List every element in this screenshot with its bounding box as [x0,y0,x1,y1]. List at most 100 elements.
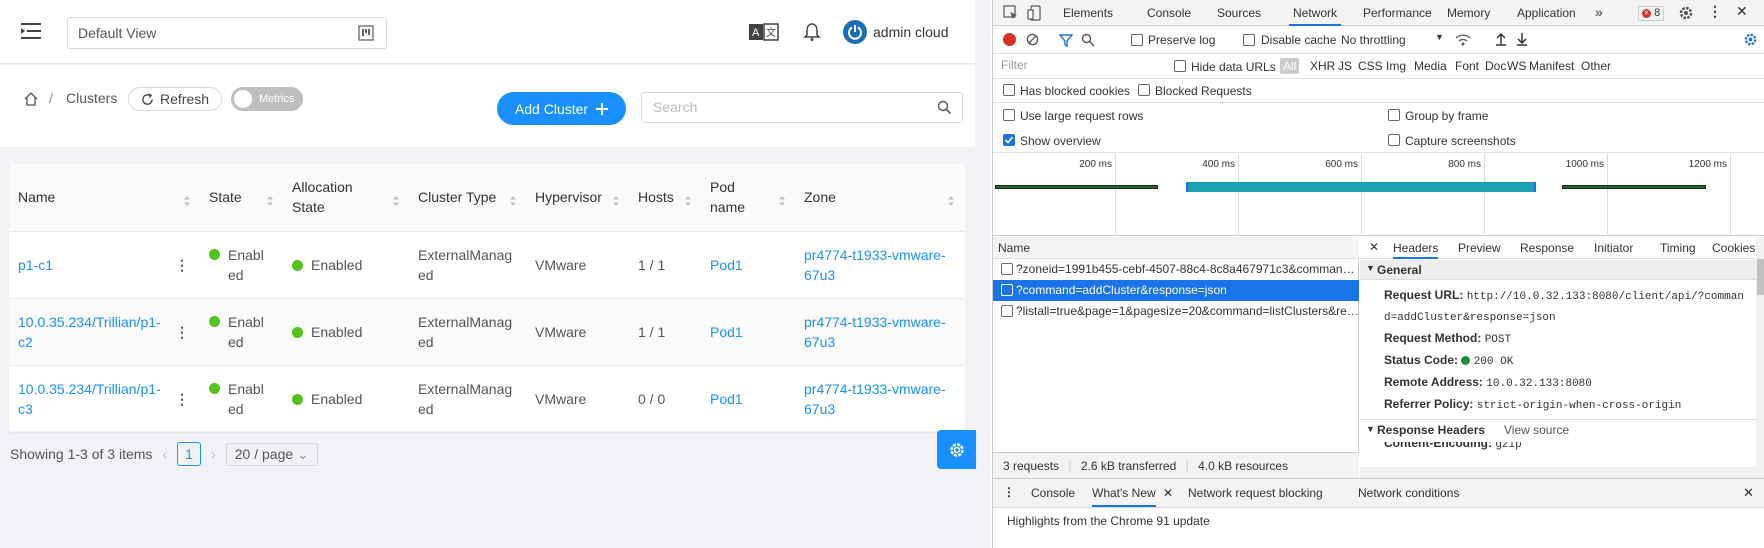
menu-toggle-icon[interactable] [21,22,41,40]
devtools-tab[interactable]: Sources [1217,0,1261,26]
pod-link[interactable]: Pod1 [710,257,743,273]
filter-input[interactable]: Filter [997,57,1162,75]
drawer-menu-icon[interactable]: ⋮ [1003,485,1015,499]
zone-link[interactable]: pr4774-t1933-vmware-67u3 [804,379,949,419]
devtools-tab[interactable]: Application [1517,0,1576,26]
search-icon[interactable] [1081,33,1095,47]
scrollbar-thumb[interactable] [1757,259,1764,295]
inspect-element-icon[interactable] [1003,5,1019,21]
sort-icon[interactable] [183,192,191,206]
close-icon[interactable]: ✕ [1736,3,1748,20]
request-row[interactable]: ?listall=true&page=1&pagesize=20&command… [993,301,1359,322]
row-actions-icon[interactable]: ⋮ [175,389,189,409]
detail-tab-preview[interactable]: Preview [1458,241,1501,255]
column-header[interactable]: Cluster Type [410,164,527,232]
response-headers-section[interactable]: ▼ Response Headers View source [1360,419,1756,439]
sort-icon[interactable] [266,192,274,206]
request-checkbox[interactable] [1001,263,1013,275]
large-rows-checkbox[interactable] [1003,109,1015,121]
request-checkbox[interactable] [1001,305,1013,317]
drawer-tab[interactable]: Network request blocking [1188,486,1323,500]
close-tab-icon[interactable]: ✕ [1163,486,1173,500]
column-header[interactable]: Hypervisor [527,164,630,232]
sort-icon[interactable] [778,192,786,206]
type-filter-img[interactable]: Img [1386,58,1406,74]
horizontal-scrollbar[interactable] [1360,467,1764,478]
filter-icon[interactable] [1059,33,1073,47]
type-filter-other[interactable]: Other [1581,58,1611,74]
cluster-name-link[interactable]: 10.0.35.234/Trillian/p1-c3 [18,379,163,419]
network-overview[interactable]: 200 ms 400 ms 600 ms 800 ms 1000 ms 1200 ms [993,154,1764,236]
has-blocked-cookies-checkbox[interactable] [1003,84,1015,96]
clear-icon[interactable] [1026,33,1039,46]
type-filter-js[interactable]: JS [1338,58,1352,74]
type-filter-xhr[interactable]: XHR [1310,58,1335,74]
column-header[interactable]: Hosts [630,164,702,232]
column-header[interactable]: Allocation State [284,164,410,232]
sort-icon[interactable] [947,192,955,206]
group-by-frame-checkbox[interactable] [1388,109,1400,121]
bell-icon[interactable] [803,22,821,42]
close-drawer-icon[interactable]: ✕ [1743,485,1754,501]
column-header[interactable]: State [201,164,284,232]
pod-link[interactable]: Pod1 [710,324,743,340]
type-filter-manifest[interactable]: Manifest [1529,58,1574,74]
zone-link[interactable]: pr4774-t1933-vmware-67u3 [804,312,949,352]
view-selector[interactable]: Default View [67,17,387,49]
prev-page-icon[interactable]: ‹ [162,446,167,462]
vertical-scrollbar[interactable] [1756,237,1764,467]
detail-tab-response[interactable]: Response [1520,241,1574,255]
row-actions-icon[interactable]: ⋮ [175,322,189,342]
zone-link[interactable]: pr4774-t1933-vmware-67u3 [804,245,949,285]
preserve-log-checkbox[interactable] [1131,34,1143,46]
disable-cache-checkbox[interactable] [1243,34,1255,46]
devtools-tab[interactable]: Network [1289,0,1342,26]
devtools-tab[interactable]: Elements [1063,0,1113,26]
close-icon[interactable]: ✕ [1369,240,1379,254]
gear-icon[interactable] [1678,5,1694,21]
detail-tab-timing[interactable]: Timing [1660,241,1696,255]
pod-link[interactable]: Pod1 [710,391,743,407]
drawer-tab[interactable]: What's New [1092,486,1156,507]
show-overview-checkbox[interactable] [1003,134,1015,146]
hide-data-urls-checkbox[interactable] [1174,60,1186,72]
sort-icon[interactable] [684,192,692,206]
row-actions-icon[interactable]: ⋮ [175,255,189,275]
type-filter-ws[interactable]: WS [1507,58,1526,74]
type-filter-all[interactable]: All [1280,58,1300,74]
type-filter-media[interactable]: Media [1414,58,1447,74]
user-menu[interactable]: admin cloud [843,19,949,45]
search-input[interactable]: Search [641,92,963,123]
name-column-header[interactable]: Name [993,237,1359,259]
request-row[interactable]: ?command=addCluster&response=json [993,280,1359,301]
more-tabs-button[interactable]: » [1595,4,1603,20]
type-filter-font[interactable]: Font [1455,58,1479,74]
detail-tab-cookies[interactable]: Cookies [1712,241,1755,255]
network-settings-icon[interactable] [1743,32,1758,47]
next-page-icon[interactable]: › [211,446,216,462]
record-icon[interactable] [1003,33,1016,46]
error-counter[interactable]: ✕ 8 [1638,6,1665,21]
settings-fab[interactable] [937,430,976,469]
add-cluster-button[interactable]: Add Cluster [497,92,626,125]
metrics-toggle[interactable]: Metrics [231,87,303,111]
devtools-tab[interactable]: Console [1147,0,1191,26]
drawer-tab[interactable]: Console [1031,486,1075,500]
cluster-name-link[interactable]: 10.0.35.234/Trillian/p1-c2 [18,312,163,352]
column-header[interactable]: Name [10,164,201,232]
export-har-icon[interactable] [1516,32,1528,46]
type-filter-doc[interactable]: Doc [1485,58,1506,74]
device-toolbar-icon[interactable] [1027,5,1043,21]
drawer-tab[interactable]: Network conditions [1358,486,1459,500]
column-header[interactable]: Pod name [702,164,796,232]
network-conditions-icon[interactable] [1455,32,1471,47]
search-icon[interactable] [937,100,952,115]
page-size-select[interactable]: 20 / page ⌄ [225,442,318,466]
detail-tab-initiator[interactable]: Initiator [1594,241,1633,255]
refresh-button[interactable]: Refresh [128,87,223,111]
sort-icon[interactable] [509,192,517,206]
page-1-button[interactable]: 1 [177,442,202,466]
type-filter-css[interactable]: CSS [1358,58,1383,74]
request-checkbox[interactable] [1001,284,1013,296]
import-har-icon[interactable] [1495,32,1507,46]
